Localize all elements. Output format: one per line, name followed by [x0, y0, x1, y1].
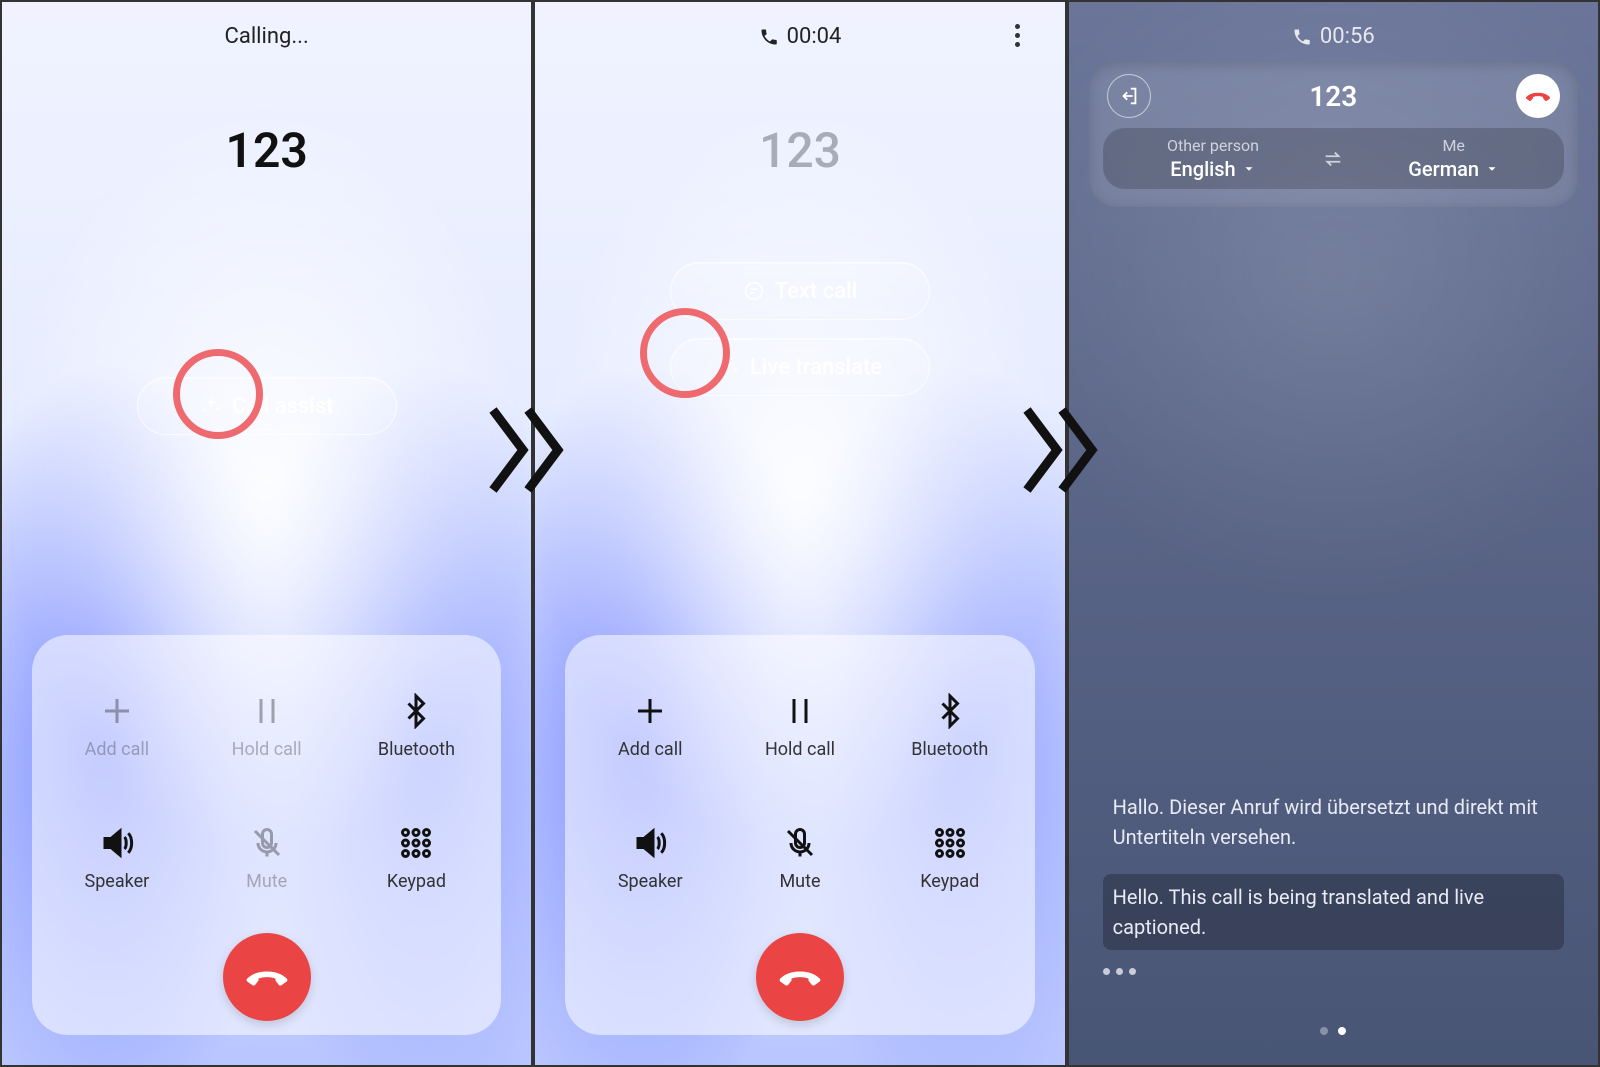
screen-in-call: 00:04 123 Text call Live translate Add c…	[533, 0, 1066, 1067]
call-assist-label: Call assist	[232, 394, 334, 419]
transcript-area: Hallo. Dieser Anruf wird übersetzt und d…	[1103, 770, 1564, 975]
hold-call-button[interactable]: Hold call	[725, 691, 875, 760]
call-controls-panel: Add call Hold call Bluetooth Speaker Mut…	[32, 635, 501, 1035]
end-call-button[interactable]	[223, 933, 311, 1021]
end-call-button[interactable]	[1516, 74, 1560, 118]
call-controls-panel: Add call Hold call Bluetooth Speaker Mut…	[565, 635, 1034, 1035]
mute-button[interactable]: Mute	[192, 823, 342, 892]
phone-number: 123	[535, 122, 1064, 179]
typing-indicator	[1103, 968, 1564, 975]
swap-icon	[1322, 148, 1344, 170]
call-timer: 00:56	[1320, 24, 1375, 49]
end-call-button[interactable]	[756, 933, 844, 1021]
phone-number: 123	[1309, 80, 1357, 113]
sparkle-icon	[718, 356, 740, 378]
me-language-select[interactable]: Me German	[1353, 136, 1554, 181]
plus-icon	[97, 691, 137, 731]
me-language-value: German	[1408, 157, 1479, 181]
pause-icon	[247, 691, 287, 731]
hold-call-label: Hold call	[232, 739, 302, 760]
transcript-translated: Hello. This call is being translated and…	[1103, 874, 1564, 950]
bluetooth-label: Bluetooth	[911, 739, 988, 760]
add-call-label: Add call	[85, 739, 149, 760]
add-call-button[interactable]: Add call	[575, 691, 725, 760]
plus-icon	[630, 691, 670, 731]
language-selector: Other person English Me German	[1103, 128, 1564, 189]
hold-call-label: Hold call	[765, 739, 835, 760]
hold-call-button[interactable]: Hold call	[192, 691, 342, 760]
keypad-icon	[930, 823, 970, 863]
other-language-value: English	[1170, 157, 1235, 181]
mute-icon	[780, 823, 820, 863]
exit-icon	[1118, 85, 1140, 107]
me-label: Me	[1442, 136, 1464, 155]
speaker-button[interactable]: Speaker	[42, 823, 192, 892]
transcript-original: Hallo. Dieser Anruf wird übersetzt und d…	[1103, 784, 1564, 860]
swap-languages-button[interactable]	[1313, 148, 1353, 170]
speaker-icon	[97, 823, 137, 863]
add-call-label: Add call	[618, 739, 682, 760]
status-bar: 00:56	[1069, 24, 1598, 49]
phone-hangup-icon	[1525, 83, 1551, 109]
pager-dot-active	[1338, 1027, 1346, 1035]
keypad-icon	[396, 823, 436, 863]
speaker-icon	[630, 823, 670, 863]
keypad-button[interactable]: Keypad	[875, 823, 1025, 892]
translate-header-card: 123 Other person English Me	[1089, 62, 1578, 207]
status-bar: Calling...	[2, 24, 531, 49]
keypad-label: Keypad	[387, 871, 446, 892]
more-menu-button[interactable]	[1005, 22, 1031, 48]
phone-icon	[759, 27, 779, 47]
phone-number: 123	[2, 122, 531, 179]
bluetooth-button[interactable]: Bluetooth	[875, 691, 1025, 760]
other-person-label: Other person	[1167, 136, 1259, 155]
pause-icon	[780, 691, 820, 731]
live-translate-label: Live translate	[750, 355, 882, 380]
mute-button[interactable]: Mute	[725, 823, 875, 892]
chevron-down-icon	[1242, 162, 1256, 176]
text-call-label: Text call	[775, 279, 858, 304]
screen-live-translate: 00:56 123 Other person English	[1067, 0, 1600, 1067]
chevron-down-icon	[1485, 162, 1499, 176]
speaker-label: Speaker	[85, 871, 150, 892]
phone-hangup-icon	[245, 955, 289, 999]
speaker-label: Speaker	[618, 871, 683, 892]
mute-icon	[247, 823, 287, 863]
page-indicator	[1069, 1027, 1598, 1035]
keypad-label: Keypad	[920, 871, 979, 892]
mute-label: Mute	[246, 871, 287, 892]
live-translate-button[interactable]: Live translate	[670, 338, 930, 396]
phone-hangup-icon	[778, 955, 822, 999]
keypad-button[interactable]: Keypad	[342, 823, 492, 892]
other-language-select[interactable]: Other person English	[1113, 136, 1314, 181]
screen-calling: Calling... 123 Call assist Add call Hold…	[0, 0, 533, 1067]
bluetooth-button[interactable]: Bluetooth	[342, 691, 492, 760]
bluetooth-label: Bluetooth	[378, 739, 455, 760]
bluetooth-icon	[930, 691, 970, 731]
pager-dot	[1320, 1027, 1328, 1035]
call-assist-button[interactable]: Call assist	[137, 377, 397, 435]
text-call-icon	[743, 280, 765, 302]
sparkle-icon	[200, 395, 222, 417]
call-timer: 00:04	[787, 24, 842, 49]
collapse-button[interactable]	[1107, 74, 1151, 118]
bluetooth-icon	[396, 691, 436, 731]
text-call-button[interactable]: Text call	[670, 262, 930, 320]
speaker-button[interactable]: Speaker	[575, 823, 725, 892]
calling-status: Calling...	[225, 24, 309, 49]
phone-icon	[1292, 27, 1312, 47]
add-call-button[interactable]: Add call	[42, 691, 192, 760]
mute-label: Mute	[779, 871, 820, 892]
status-bar: 00:04	[535, 24, 1064, 49]
